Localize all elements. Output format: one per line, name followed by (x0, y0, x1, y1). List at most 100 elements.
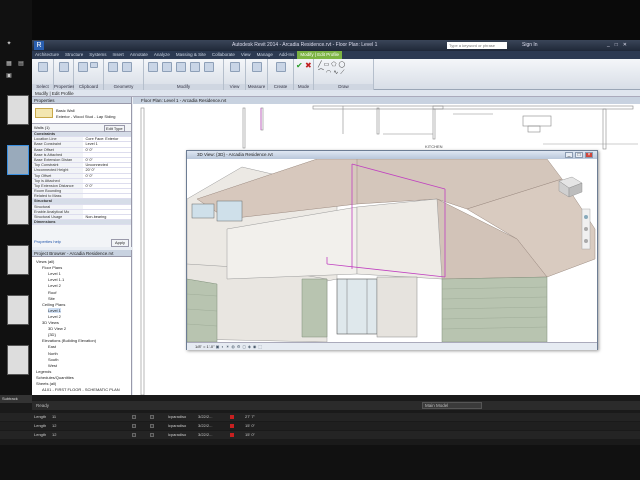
tab-view[interactable]: View (238, 51, 254, 59)
paste-icon[interactable] (78, 62, 88, 72)
cut-icon[interactable] (90, 62, 98, 68)
checkbox-icon[interactable] (132, 424, 136, 428)
property-value[interactable]: Core Face: Exterior (83, 137, 131, 142)
browser-item[interactable]: Level 2 (48, 314, 61, 319)
browser-item[interactable]: East (48, 344, 56, 349)
type-selector[interactable]: Basic Wall Exterior - Wood Stud - Lap Si… (32, 104, 131, 124)
property-value[interactable]: 0' 0" (83, 147, 131, 152)
property-value[interactable]: Level 1 (83, 142, 131, 147)
track-label[interactable]: Subtrack (0, 395, 32, 403)
property-value[interactable]: 0' 0" (83, 157, 131, 163)
selector-dropdown[interactable]: Walls (1) (34, 125, 50, 130)
browser-item[interactable]: Site (48, 296, 55, 301)
tab-systems[interactable]: Systems (86, 51, 109, 59)
browser-item[interactable]: A101 - FIRST FLOOR - SCHEMATIC PLAN (42, 387, 120, 392)
thumbnail[interactable] (7, 195, 29, 225)
browser-item[interactable]: Level 2 (48, 283, 61, 288)
browser-item[interactable]: Elevations (Building Elevation) (42, 338, 96, 343)
tools-icon[interactable]: ✦ (4, 40, 14, 48)
cancel-x-icon[interactable]: ✖ (305, 62, 312, 70)
grid-icon[interactable]: ▦ (4, 60, 14, 68)
search-input[interactable]: Type a keyword or phrase (447, 42, 507, 49)
3d-model-canvas[interactable] (187, 159, 597, 342)
checkbox-icon[interactable] (150, 424, 154, 428)
thumbnail[interactable] (7, 95, 29, 125)
property-value[interactable] (83, 152, 131, 157)
browser-item[interactable]: Legends (36, 369, 51, 374)
finish-check-icon[interactable]: ✔ (296, 62, 303, 70)
close-button[interactable]: × (585, 152, 593, 158)
tab-collaborate[interactable]: Collaborate (209, 51, 238, 59)
draw-tools-icon[interactable]: ╱▭⬠◯ ⌒◠∿⟋ (318, 61, 370, 77)
property-value[interactable]: 0' 0" (83, 173, 131, 178)
rotate-icon[interactable] (204, 62, 214, 72)
view-3d-window[interactable]: 3D View: {3D} - Arcadia Residence.rvt _ … (186, 150, 598, 350)
timeline-row[interactable]: Length 11 lcparadiso 3/22/2... 27' 7" (0, 413, 640, 421)
properties-icon[interactable] (59, 62, 69, 72)
tab-insert[interactable]: Insert (110, 51, 127, 59)
browser-item[interactable]: Level 1 (48, 307, 61, 313)
browser-item[interactable]: Level 1 (48, 271, 61, 276)
view-scale[interactable]: 1/8" = 1'-0" (195, 344, 215, 349)
modify-icon[interactable] (38, 62, 48, 72)
tab-modify-edit-profile[interactable]: Modify | Edit Profile (297, 51, 343, 59)
edit-type-button[interactable]: Edit Type (104, 125, 125, 132)
browser-item[interactable]: Level 1.1 (48, 277, 64, 282)
browser-item[interactable]: 3D View 2 (48, 326, 66, 331)
offset-icon[interactable] (162, 62, 172, 72)
property-value[interactable]: 20' 0" (83, 168, 131, 173)
property-value[interactable] (83, 209, 131, 214)
thumbnail[interactable] (7, 295, 29, 325)
align-icon[interactable] (148, 62, 158, 72)
measure-icon[interactable] (252, 62, 262, 72)
tab-analyze[interactable]: Analyze (151, 51, 173, 59)
property-value[interactable] (83, 194, 131, 199)
create-icon[interactable] (276, 62, 286, 72)
property-value[interactable] (83, 189, 131, 194)
browser-item[interactable]: {3D} (48, 332, 56, 337)
browser-item[interactable]: Schedules/Quantities (36, 375, 74, 380)
browser-item[interactable]: North (48, 351, 58, 356)
property-value[interactable] (83, 178, 131, 183)
view-3d-titlebar[interactable]: 3D View: {3D} - Arcadia Residence.rvt _ … (187, 151, 597, 159)
browser-item[interactable]: 3D Views (42, 320, 59, 325)
minimize-button[interactable]: _ (565, 152, 573, 158)
tab-annotate[interactable]: Annotate (127, 51, 151, 59)
property-value[interactable]: 0' 0" (83, 183, 131, 189)
apply-button[interactable]: Apply (110, 239, 129, 247)
browser-item[interactable]: South (48, 357, 58, 362)
thumbnail[interactable] (7, 245, 29, 275)
tab-manage[interactable]: Manage (254, 51, 276, 59)
floorplan-view-tab[interactable]: Floor Plan: Level 1 - Arcadia Residence.… (133, 97, 640, 104)
cope-icon[interactable] (108, 62, 118, 72)
tab-architecture[interactable]: Architecture (32, 51, 62, 59)
browser-item[interactable]: Views (all) (36, 259, 54, 264)
checkbox-icon[interactable] (132, 415, 136, 419)
mirror-icon[interactable] (176, 62, 186, 72)
checkbox-icon[interactable] (150, 415, 154, 419)
sign-in-link[interactable]: Sign In (522, 40, 538, 51)
join-icon[interactable] (122, 62, 132, 72)
active-workset-field[interactable]: Main Model (422, 402, 482, 409)
tab-massing-site[interactable]: Massing & Site (173, 51, 209, 59)
property-value[interactable]: Unconnected (83, 163, 131, 168)
property-value[interactable]: Non-bearing (83, 215, 131, 220)
maximize-button[interactable]: □ (575, 152, 583, 158)
window-controls-icon[interactable]: _□✕ (607, 40, 632, 51)
revit-logo-icon[interactable]: R (34, 41, 44, 50)
checkbox-icon[interactable] (150, 433, 154, 437)
layers-icon[interactable]: ▤ (16, 60, 26, 68)
snap-icon[interactable]: ▣ (4, 72, 14, 80)
checkbox-icon[interactable] (132, 433, 136, 437)
timeline-row[interactable]: Length 12 lcparadiso 3/22/2... 15' 0" (0, 422, 640, 430)
thumbnail[interactable] (7, 345, 29, 375)
browser-item[interactable]: Ceiling Plans (42, 302, 65, 307)
browser-item[interactable]: Sheets (all) (36, 381, 56, 386)
property-section[interactable]: Dimensions (32, 220, 131, 226)
tab-add-ins[interactable]: Add-Ins (276, 51, 298, 59)
thumbnail-selected[interactable] (7, 145, 29, 175)
browser-item[interactable]: Floor Plans (42, 265, 62, 270)
browser-item[interactable]: Roof (48, 290, 56, 295)
move-icon[interactable] (190, 62, 200, 72)
timeline-row[interactable]: Length 12 lcparadiso 3/22/2... 15' 0" (0, 431, 640, 439)
